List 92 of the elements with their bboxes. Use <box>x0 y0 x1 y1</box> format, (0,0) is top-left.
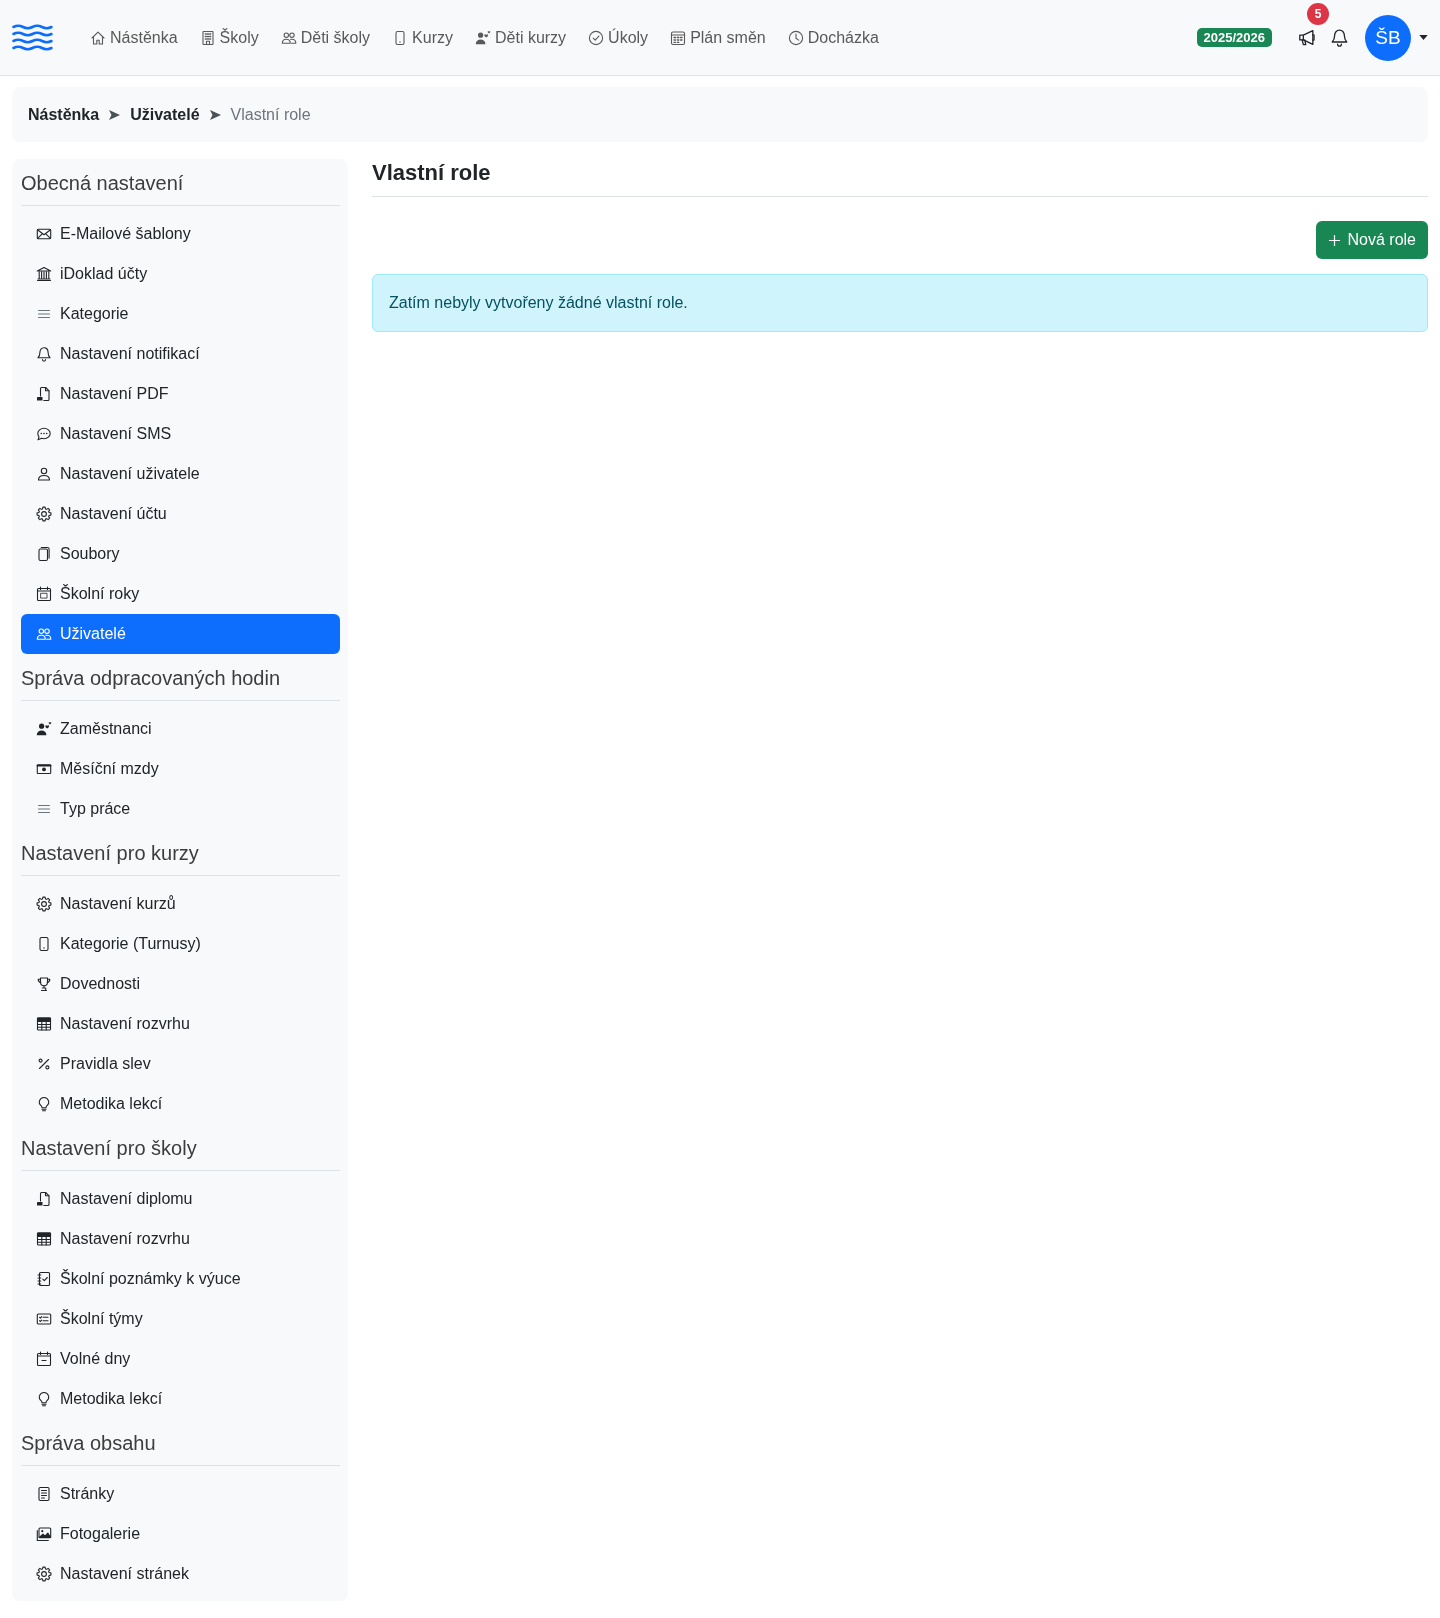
envelope-icon <box>36 226 52 242</box>
document-icon <box>36 1486 52 1502</box>
card-list-icon <box>36 1311 52 1327</box>
sidebar-item[interactable]: Školní týmy <box>21 1299 340 1339</box>
gear-icon <box>36 896 52 912</box>
lightbulb-icon <box>36 1391 52 1407</box>
person-hearts-icon <box>36 721 52 737</box>
sidebar-item[interactable]: Soubory <box>21 534 340 574</box>
gear-icon <box>36 506 52 522</box>
breadcrumb-link[interactable]: Uživatelé <box>130 105 200 124</box>
sidebar-item[interactable]: Školní roky <box>21 574 340 614</box>
nav-link[interactable]: Docházka <box>776 20 890 55</box>
bell-icon[interactable] <box>1330 28 1349 47</box>
section-heading: Obecná nastavení <box>21 172 184 194</box>
breadcrumb-current: Vlastní role <box>230 105 311 124</box>
percent-icon <box>36 1056 52 1072</box>
calendar-icon <box>36 586 52 602</box>
images-icon <box>36 1526 52 1542</box>
megaphone-icon[interactable] <box>1298 28 1317 47</box>
sidebar-item[interactable]: Nastavení stránek <box>21 1554 340 1594</box>
nav-link[interactable]: Úkoly <box>577 20 660 55</box>
people-icon <box>280 29 297 46</box>
caret-icon[interactable] <box>1419 35 1428 40</box>
bank-icon <box>36 266 52 282</box>
breadcrumb-link[interactable]: Nástěnka <box>28 105 100 124</box>
sidebar-item[interactable]: Nastavení účtu <box>21 494 340 534</box>
check-circle-icon <box>588 29 605 46</box>
user-avatar[interactable]: ŠB <box>1365 14 1411 61</box>
sidebar-item[interactable]: Uživatelé <box>21 614 340 654</box>
nav-link[interactable]: Kurzy <box>381 20 464 55</box>
sidebar-item[interactable]: Nastavení diplomu <box>21 1179 340 1219</box>
section-heading: Správa obsahu <box>21 1432 156 1454</box>
waves-logo[interactable] <box>12 24 54 51</box>
sidebar-item[interactable]: Školní poznámky k výuce <box>21 1259 340 1299</box>
sidebar-item[interactable]: Měsíční mzdy <box>21 749 340 789</box>
sidebar-item[interactable]: Metodika lekcí <box>21 1379 340 1419</box>
people-icon <box>36 626 52 642</box>
nav-link[interactable]: Děti školy <box>269 20 382 55</box>
table-icon <box>36 1016 52 1032</box>
nav-link[interactable]: Nástěnka <box>79 20 189 55</box>
cash-icon <box>36 761 52 777</box>
file-icon <box>36 1191 52 1207</box>
calendar-minus-icon <box>36 1351 52 1367</box>
sidebar-item[interactable]: E-Mailové šablony <box>21 214 340 254</box>
section-heading: Nastavení pro kurzy <box>21 842 199 864</box>
sidebar-item[interactable]: Nastavení rozvrhu <box>21 1219 340 1259</box>
person-icon <box>36 466 52 482</box>
sidebar-item[interactable]: Nastavení SMS <box>21 414 340 454</box>
sidebar-item[interactable]: Pravidla slev <box>21 1044 340 1084</box>
clock-icon <box>787 29 804 46</box>
sidebar-item[interactable]: Nastavení PDF <box>21 374 340 414</box>
person-hearts-icon <box>475 29 491 46</box>
sidebar-item[interactable]: Kategorie (Turnusy) <box>21 924 340 964</box>
table-icon <box>36 1231 52 1247</box>
house-icon <box>90 29 106 46</box>
bell-icon <box>36 346 52 362</box>
section-heading: Nastavení pro školy <box>21 1137 197 1159</box>
files-icon <box>36 546 52 562</box>
sidebar-item[interactable]: Nastavení rozvrhu <box>21 1004 340 1044</box>
sidebar-item[interactable]: Volné dny <box>21 1339 340 1379</box>
sidebar-item[interactable]: Nastavení kurzů <box>21 884 340 924</box>
trophy-icon <box>36 976 52 992</box>
calendar-icon <box>670 29 687 46</box>
sidebar-item[interactable]: Typ práce <box>21 789 340 829</box>
chat-icon <box>36 426 52 442</box>
sidebar-item[interactable]: Fotogalerie <box>21 1514 340 1554</box>
lightbulb-icon <box>36 1096 52 1112</box>
file-icon <box>36 386 52 402</box>
gear-icon <box>36 1566 52 1582</box>
nav-link[interactable]: Plán směn <box>659 20 777 55</box>
page-title: Vlastní role <box>372 159 491 187</box>
section-heading: Správa odpracovaných hodin <box>21 667 281 689</box>
school-year-badge[interactable]: 2025/2026 <box>1196 28 1272 47</box>
triangle-arrow-icon <box>209 109 221 120</box>
sidebar-item[interactable]: iDoklad účty <box>21 254 340 294</box>
sidebar-item[interactable]: Metodika lekcí <box>21 1084 340 1124</box>
plus-icon <box>1327 233 1341 247</box>
new-role-button[interactable]: Nová role <box>1315 221 1428 259</box>
building-icon <box>199 29 216 46</box>
nav-link[interactable]: Školy <box>188 20 270 55</box>
checklist-icon <box>36 1271 52 1287</box>
sidebar-item[interactable]: Dovednosti <box>21 964 340 1004</box>
sidebar-item[interactable]: Zaměstnanci <box>21 709 340 749</box>
sidebar-item[interactable]: Nastavení uživatele <box>21 454 340 494</box>
count-badge: 5 <box>1307 3 1329 25</box>
nav-link[interactable]: Děti kurzy <box>464 20 578 55</box>
sidebar-item[interactable]: Stránky <box>21 1474 340 1514</box>
info-alert: Zatím nebyly vytvořeny žádné vlastní role. <box>372 274 1428 332</box>
sidebar-item[interactable]: Kategorie <box>21 294 340 334</box>
phone-icon <box>36 936 52 952</box>
triangle-arrow-icon <box>109 109 121 120</box>
sidebar-item[interactable]: Nastavení notifikací <box>21 334 340 374</box>
